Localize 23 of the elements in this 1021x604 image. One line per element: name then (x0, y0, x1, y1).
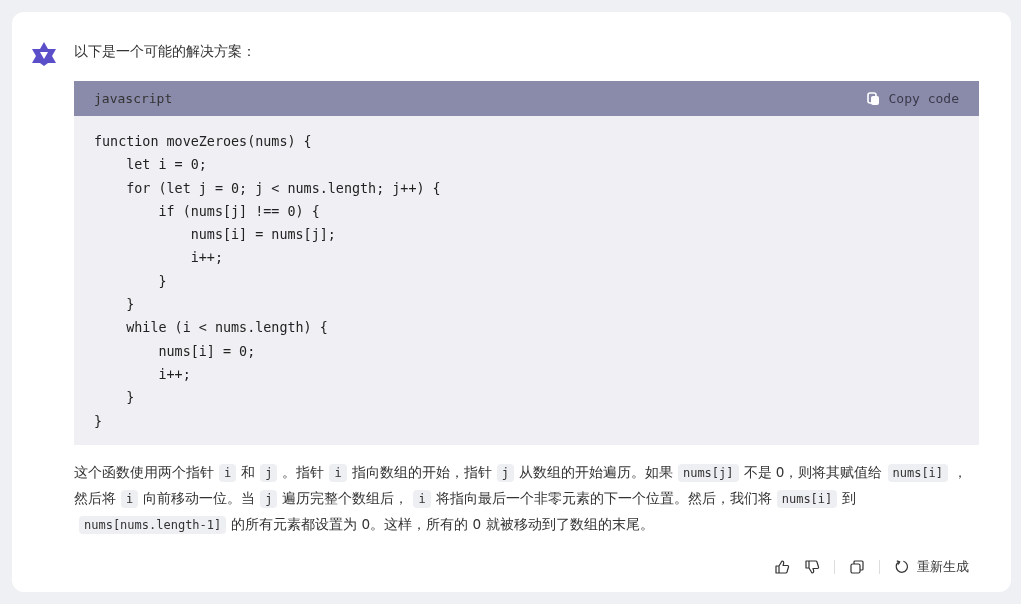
code-line: i++; (157, 365, 192, 384)
copy-icon (866, 91, 880, 106)
code-line: } (157, 272, 168, 291)
refresh-icon (894, 559, 909, 575)
code-line: } (125, 389, 136, 408)
regenerate-button[interactable]: 重新生成 (894, 557, 969, 576)
code-line: for (let j = 0; j < nums.length; j++) { (125, 179, 442, 198)
thumbs-up-icon[interactable] (774, 558, 790, 575)
thumbs-down-icon[interactable] (804, 558, 820, 575)
code-line: function moveZeroes(nums) { (94, 133, 313, 151)
code-line: nums[i] = nums[j]; (189, 226, 337, 245)
answer-paragraph: 这个函数使用两个指针 i 和 j 。指针 i 指向数组的开始，指针 j 从数组的开始遍历。如果 nums[j] 不是 0，则将其赋值给 nums[i] ，然后将 i 向前移动一位。当 j 遍历完整个数组后， i 将指向最后一个非零元素的下一个位置。然后，我们将 nums[i] 到 nums[nums.length-1] 的所有元素都设置为 0。这样，所有的 0 就被移动到了数组的末尾。 (74, 462, 969, 536)
language-label: javascript (94, 91, 173, 106)
code-line: } (94, 412, 104, 431)
code-line: if (nums[j] !== 0) { (157, 202, 321, 221)
code-line: while (i < nums.length) { (125, 319, 329, 338)
code-line: i++; (189, 249, 224, 268)
code-line: } (125, 296, 136, 315)
copy-icon[interactable] (849, 558, 865, 575)
code-line: nums[i] = 0; (157, 342, 257, 361)
code-line: let i = 0; (125, 156, 208, 175)
intro-text: 以下是一个可能的解决方案： (74, 42, 257, 61)
star-logo-icon (31, 41, 57, 67)
